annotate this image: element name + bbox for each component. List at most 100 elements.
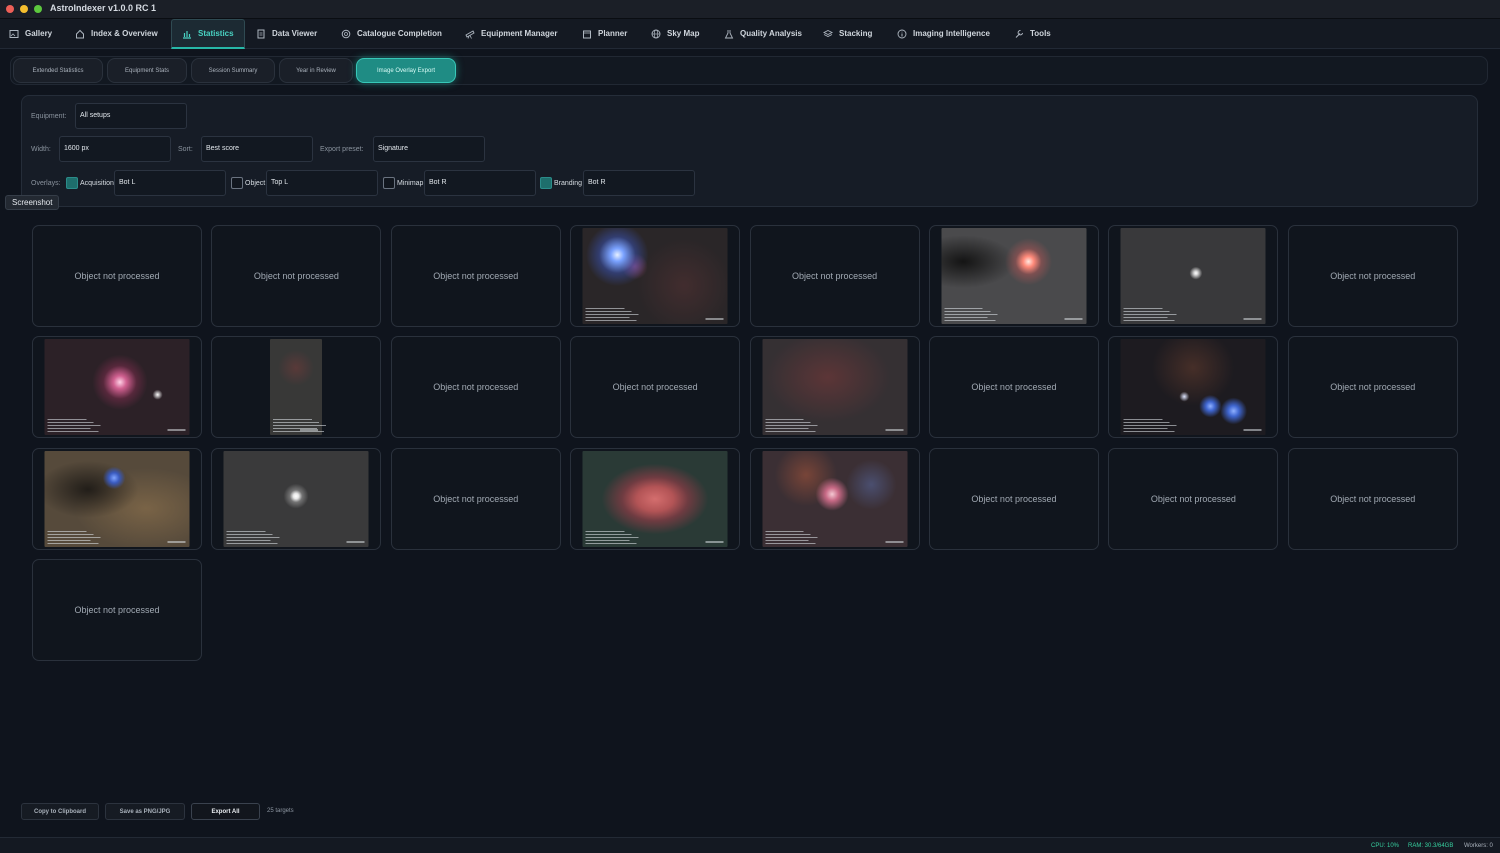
close-window-button[interactable] [6,5,14,13]
minimap-checkbox[interactable] [383,177,395,189]
image-tile[interactable] [32,336,202,439]
document-icon [256,29,266,39]
image-tile[interactable] [211,447,382,550]
tab-label: Index & Overview [91,29,158,38]
tab-label: Statistics [198,29,234,38]
minimize-window-button[interactable] [20,5,28,13]
cpu-usage: CPU: 10% [1371,843,1400,849]
acquisition-overlay [585,529,641,544]
placeholder-tile[interactable]: Object not processed [32,558,202,661]
placeholder-tile[interactable]: Object not processed [1287,447,1458,550]
tab-label: Quality Analysis [740,29,802,38]
sort-select[interactable]: Best score [201,136,313,162]
subtab-image-overlay-export[interactable]: Image Overlay Export [356,58,456,83]
subtab-session-summary[interactable]: Session Summary [191,58,275,83]
object-thumbnail [762,339,908,436]
branding-overlay [885,540,904,543]
tab-sky-map[interactable]: Sky Map [651,19,699,48]
tab-stacking[interactable]: Stacking [823,19,872,48]
width-select[interactable]: 1600 px [59,136,171,162]
image-tile[interactable] [749,336,920,439]
object-position-select[interactable]: Top L [266,170,378,196]
home-icon [75,29,85,39]
object-thumbnail [1120,228,1266,324]
tab-catalogue-completion[interactable]: Catalogue Completion [341,19,442,48]
tab-label: Stacking [839,29,873,38]
acquisition-overlay [226,529,282,544]
object-thumbnail [941,228,1087,324]
flask-icon [724,29,734,39]
placeholder-tile[interactable]: Object not processed [1108,447,1279,550]
branding-overlay [1064,318,1083,320]
bar-chart-icon [182,29,192,39]
subtab-year-in-review[interactable]: Year in Review [279,58,353,83]
placeholder-tile[interactable]: Object not processed [32,225,202,327]
zoom-window-button[interactable] [34,5,42,13]
subtab-equipment-stats[interactable]: Equipment Stats [107,58,187,83]
image-tile[interactable] [211,336,382,439]
tab-imaging-intelligence[interactable]: Imaging Intelligence [897,19,990,48]
acquisition-position-select[interactable]: Bot L [114,170,226,196]
acquisition-overlay [765,417,820,433]
placeholder-tile[interactable]: Object not processed [1287,225,1458,327]
image-tile[interactable] [32,447,202,550]
placeholder-tile[interactable]: Object not processed [928,447,1099,550]
branding-checkbox[interactable] [540,177,552,189]
image-tile[interactable] [570,225,741,327]
calendar-icon [582,29,592,39]
placeholder-tile[interactable]: Object not processed [390,225,561,327]
tab-index-overview[interactable]: Index & Overview [75,19,158,48]
acquisition-overlay [585,306,641,321]
object-thumbnail [582,450,728,547]
not-processed-message: Object not processed [1330,493,1416,504]
export-settings-panel: Equipment: All setups Width: 1600 px Sor… [21,95,1478,207]
tab-statistics[interactable]: Statistics [171,19,245,49]
tab-planner[interactable]: Planner [582,19,627,48]
image-tile[interactable] [749,447,920,550]
image-tile[interactable] [1108,225,1279,327]
sub-nav: Extended Statistics Equipment Stats Sess… [10,56,1488,85]
minimap-position-select[interactable]: Bot R [424,170,536,196]
save-as-png-jpg-button[interactable]: Save as PNG/JPG [105,803,185,820]
export-all-button[interactable]: Export All [191,803,260,820]
minimap-label: Minimap [397,180,424,187]
screenshot-tooltip: Screenshot [5,195,60,210]
not-processed-message: Object not processed [433,271,519,281]
tab-label: Catalogue Completion [357,29,442,38]
main-nav: Gallery Index & Overview Statistics Data… [0,19,1500,49]
placeholder-tile[interactable]: Object not processed [390,447,561,550]
tab-equipment-manager[interactable]: Equipment Manager [465,19,557,48]
image-tile[interactable] [928,225,1099,327]
title-bar: AstroIndexer v1.0.0 RC 1 [0,0,1500,19]
tab-data-viewer[interactable]: Data Viewer [256,19,317,48]
acquisition-checkbox[interactable] [66,177,78,189]
branding-label: Branding [554,180,583,187]
placeholder-tile[interactable]: Object not processed [390,336,561,439]
copy-to-clipboard-button[interactable]: Copy to Clipboard [21,803,99,820]
placeholder-tile[interactable]: Object not processed [1287,336,1458,439]
equipment-select[interactable]: All setups [75,103,187,129]
placeholder-tile[interactable]: Object not processed [749,225,920,327]
tab-tools[interactable]: Tools [1014,19,1051,48]
subtab-extended-statistics[interactable]: Extended Statistics [13,58,103,83]
placeholder-tile[interactable]: Object not processed [570,336,741,439]
not-processed-message: Object not processed [1330,271,1416,281]
branding-position-select[interactable]: Bot R [583,170,695,196]
tab-label: Sky Map [667,29,700,38]
export-preset-select[interactable]: Signature [373,136,485,162]
branding-overlay [705,540,724,543]
globe-icon [651,29,661,39]
image-tile[interactable] [1108,336,1279,439]
equipment-label: Equipment: [31,113,67,120]
tab-quality-analysis[interactable]: Quality Analysis [724,19,802,48]
tab-gallery[interactable]: Gallery [9,19,52,48]
not-processed-message: Object not processed [433,382,519,393]
image-tile[interactable] [570,447,741,550]
placeholder-tile[interactable]: Object not processed [928,336,1099,439]
object-checkbox[interactable] [231,177,243,189]
image-grid: Object not processed Object not processed… [32,225,1462,665]
tab-label: Data Viewer [272,29,318,38]
not-processed-message: Object not processed [74,604,160,615]
placeholder-tile[interactable]: Object not processed [211,225,382,327]
not-processed-message: Object not processed [971,493,1057,504]
